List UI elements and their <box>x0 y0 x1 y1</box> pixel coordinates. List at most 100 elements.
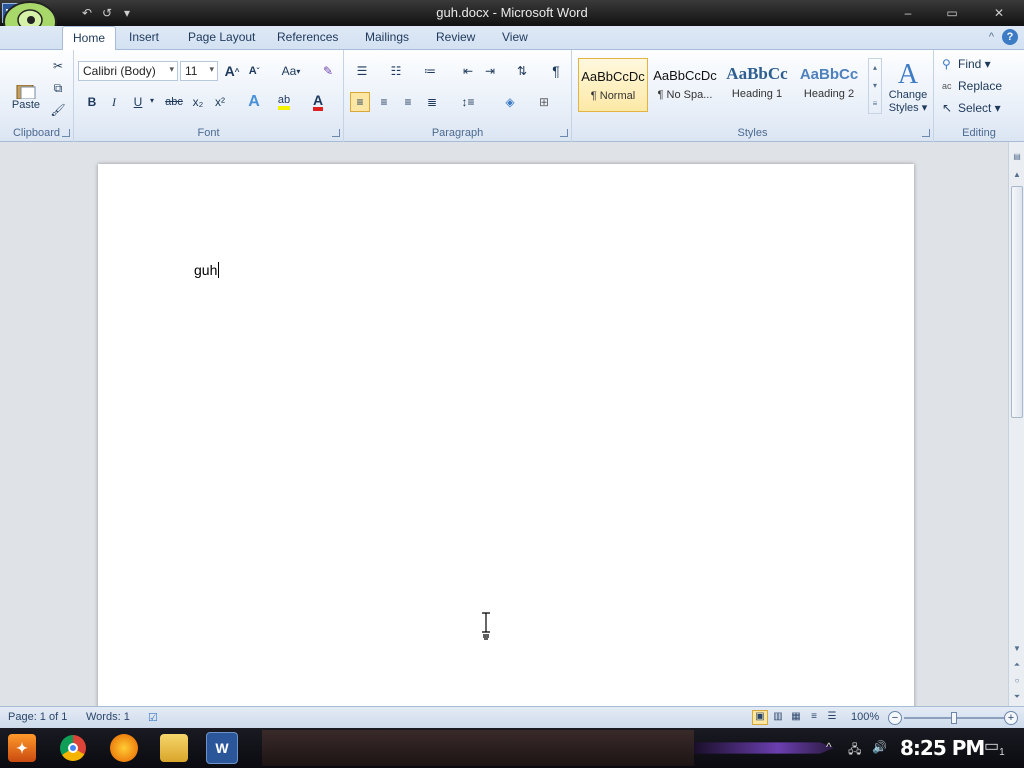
tab-view[interactable]: View <box>502 30 528 44</box>
style-heading-2[interactable]: AaBbCc Heading 2 <box>794 58 864 112</box>
zoom-in-icon[interactable]: + <box>1004 711 1018 725</box>
font-color-button[interactable]: A <box>308 92 328 112</box>
subscript-button[interactable]: x₂ <box>188 92 208 112</box>
style-heading-1[interactable]: AaBbCc Heading 1 <box>722 58 792 112</box>
styles-launcher-icon[interactable] <box>922 129 930 137</box>
styles-gallery-scroll[interactable]: ▴ ▾ ≡ <box>868 58 882 114</box>
help-icon[interactable]: ? <box>1002 29 1018 45</box>
paragraph-group-label: Paragraph <box>431 127 484 139</box>
next-page-icon[interactable]: ⏷ <box>1009 692 1024 706</box>
firefox-icon[interactable] <box>110 734 138 762</box>
document-page[interactable]: guh <box>98 164 914 724</box>
align-left-icon[interactable]: ≡ <box>350 92 370 112</box>
minimize-button[interactable]: – <box>886 0 930 26</box>
line-spacing-icon[interactable]: ↕≡ <box>454 92 482 112</box>
clear-formatting-icon[interactable]: ✎ <box>318 61 338 81</box>
paste-icon <box>16 85 36 99</box>
text-caret <box>218 262 220 278</box>
align-right-icon[interactable]: ≡ <box>398 92 418 112</box>
underline-dropdown-icon[interactable]: ▾ <box>148 96 156 105</box>
justify-icon[interactable]: ≣ <box>422 92 442 112</box>
increase-indent-icon[interactable]: ⇥ <box>480 61 500 81</box>
word-taskbar-icon[interactable]: W <box>206 732 238 764</box>
outline-icon[interactable]: ≡ <box>806 710 822 725</box>
grow-font-button[interactable]: A ^ <box>222 61 242 81</box>
tab-references[interactable]: References <box>277 30 338 44</box>
zoom-out-icon[interactable]: − <box>888 711 902 725</box>
tab-page-layout[interactable]: Page Layout <box>188 30 255 44</box>
previous-page-icon[interactable]: ⏶ <box>1009 660 1024 674</box>
scroll-down-icon[interactable]: ▼ <box>1009 644 1024 658</box>
zoom-slider-knob[interactable] <box>951 712 957 724</box>
print-layout-icon[interactable]: ▣ <box>752 710 768 725</box>
underline-button[interactable]: U <box>128 92 148 112</box>
tab-insert[interactable]: Insert <box>129 30 159 44</box>
start-button-icon[interactable]: ✦ <box>8 734 36 762</box>
scroll-up-icon[interactable]: ▲ <box>1009 170 1024 184</box>
notifications-icon[interactable]: ▭1 <box>984 736 1005 758</box>
ibeam-cursor-icon <box>482 612 490 640</box>
numbering-icon[interactable]: ☷ <box>386 61 406 81</box>
style-no-spacing[interactable]: AaBbCcDc ¶ No Spa... <box>650 58 720 112</box>
bullets-icon[interactable]: ☰ <box>352 61 372 81</box>
shrink-font-button[interactable]: Aˇ <box>244 61 264 81</box>
bold-button[interactable]: B <box>82 92 102 112</box>
web-layout-icon[interactable]: ▦ <box>788 710 804 725</box>
tab-home[interactable]: Home <box>62 26 117 51</box>
browse-object-icon[interactable]: ○ <box>1009 676 1024 690</box>
close-button[interactable]: ✕ <box>974 0 1024 26</box>
file-explorer-icon[interactable] <box>160 734 188 762</box>
status-bar: Page: 1 of 1 Words: 1 ☑ ▣ ▥ ▦ ≡ ☰ 100% −… <box>0 706 1024 728</box>
align-center-icon[interactable]: ≡ <box>374 92 394 112</box>
change-case-button[interactable]: Aa ▾ <box>278 61 304 81</box>
clipboard-launcher-icon[interactable] <box>62 129 70 137</box>
multilevel-list-icon[interactable]: ≔ <box>420 61 440 81</box>
highlight-button[interactable]: ab <box>274 92 294 112</box>
cut-icon[interactable]: ✂ <box>48 56 68 76</box>
volume-icon[interactable]: 🔊 <box>872 740 887 754</box>
page-count-status[interactable]: Page: 1 of 1 <box>8 711 67 723</box>
notification-count: 1 <box>999 747 1005 759</box>
zoom-level[interactable]: 100% <box>851 711 879 723</box>
font-size-combo[interactable]: 11 ▾ <box>180 61 218 81</box>
replace-button[interactable]: ac Replace <box>942 77 1002 95</box>
show-marks-button[interactable]: ¶ <box>546 61 566 81</box>
draft-icon[interactable]: ☰ <box>824 710 840 725</box>
paragraph-launcher-icon[interactable] <box>560 129 568 137</box>
copy-icon[interactable]: ⧉ <box>48 78 68 98</box>
change-case-icon: Aa <box>281 64 297 78</box>
word-count-status[interactable]: Words: 1 <box>86 711 130 723</box>
shrink-font-icon: A <box>248 65 257 77</box>
italic-button[interactable]: I <box>104 92 124 112</box>
select-button[interactable]: ↖ Select ▾ <box>942 99 1001 117</box>
find-button[interactable]: ⚲ Find ▾ <box>942 55 991 73</box>
style-normal[interactable]: AaBbCcDc ¶ Normal <box>578 58 648 112</box>
text-effects-icon[interactable]: A <box>244 92 264 112</box>
font-name-combo[interactable]: Calibri (Body) ▾ <box>78 61 178 81</box>
paste-button[interactable]: Paste <box>8 80 44 116</box>
change-styles-button[interactable]: A Change Styles ▾ <box>886 56 930 118</box>
ruler-toggle-icon[interactable]: ▤ <box>1009 152 1024 166</box>
font-launcher-icon[interactable] <box>332 129 340 137</box>
strikethrough-button[interactable]: abc <box>162 92 186 112</box>
scroll-thumb[interactable] <box>1011 186 1023 418</box>
document-body[interactable]: guh <box>194 262 220 278</box>
maximize-button[interactable]: ▭ <box>930 0 974 26</box>
chrome-icon[interactable] <box>60 735 86 761</box>
format-painter-icon[interactable]: 🖌 <box>48 100 68 120</box>
tab-mailings[interactable]: Mailings <box>365 30 409 44</box>
network-icon[interactable]: 🖧 <box>848 740 861 761</box>
taskbar-clock[interactable]: 8:25 PM <box>900 736 985 760</box>
help-area: ^ ? <box>989 29 1018 45</box>
minimize-ribbon-icon[interactable]: ^ <box>989 31 994 43</box>
proofing-icon[interactable]: ☑ <box>148 711 158 724</box>
tray-overflow-icon[interactable]: ^ <box>826 740 832 754</box>
full-screen-reading-icon[interactable]: ▥ <box>770 710 786 725</box>
shading-icon[interactable]: ◈ <box>496 92 524 112</box>
decrease-indent-icon[interactable]: ⇤ <box>458 61 478 81</box>
borders-icon[interactable]: ⊞ <box>530 92 558 112</box>
superscript-button[interactable]: x² <box>210 92 230 112</box>
tab-review[interactable]: Review <box>436 30 475 44</box>
vertical-scrollbar[interactable]: ▤ ▲ ▼ ⏶ ○ ⏷ <box>1008 142 1024 706</box>
sort-icon[interactable]: ⇅ <box>512 61 532 81</box>
